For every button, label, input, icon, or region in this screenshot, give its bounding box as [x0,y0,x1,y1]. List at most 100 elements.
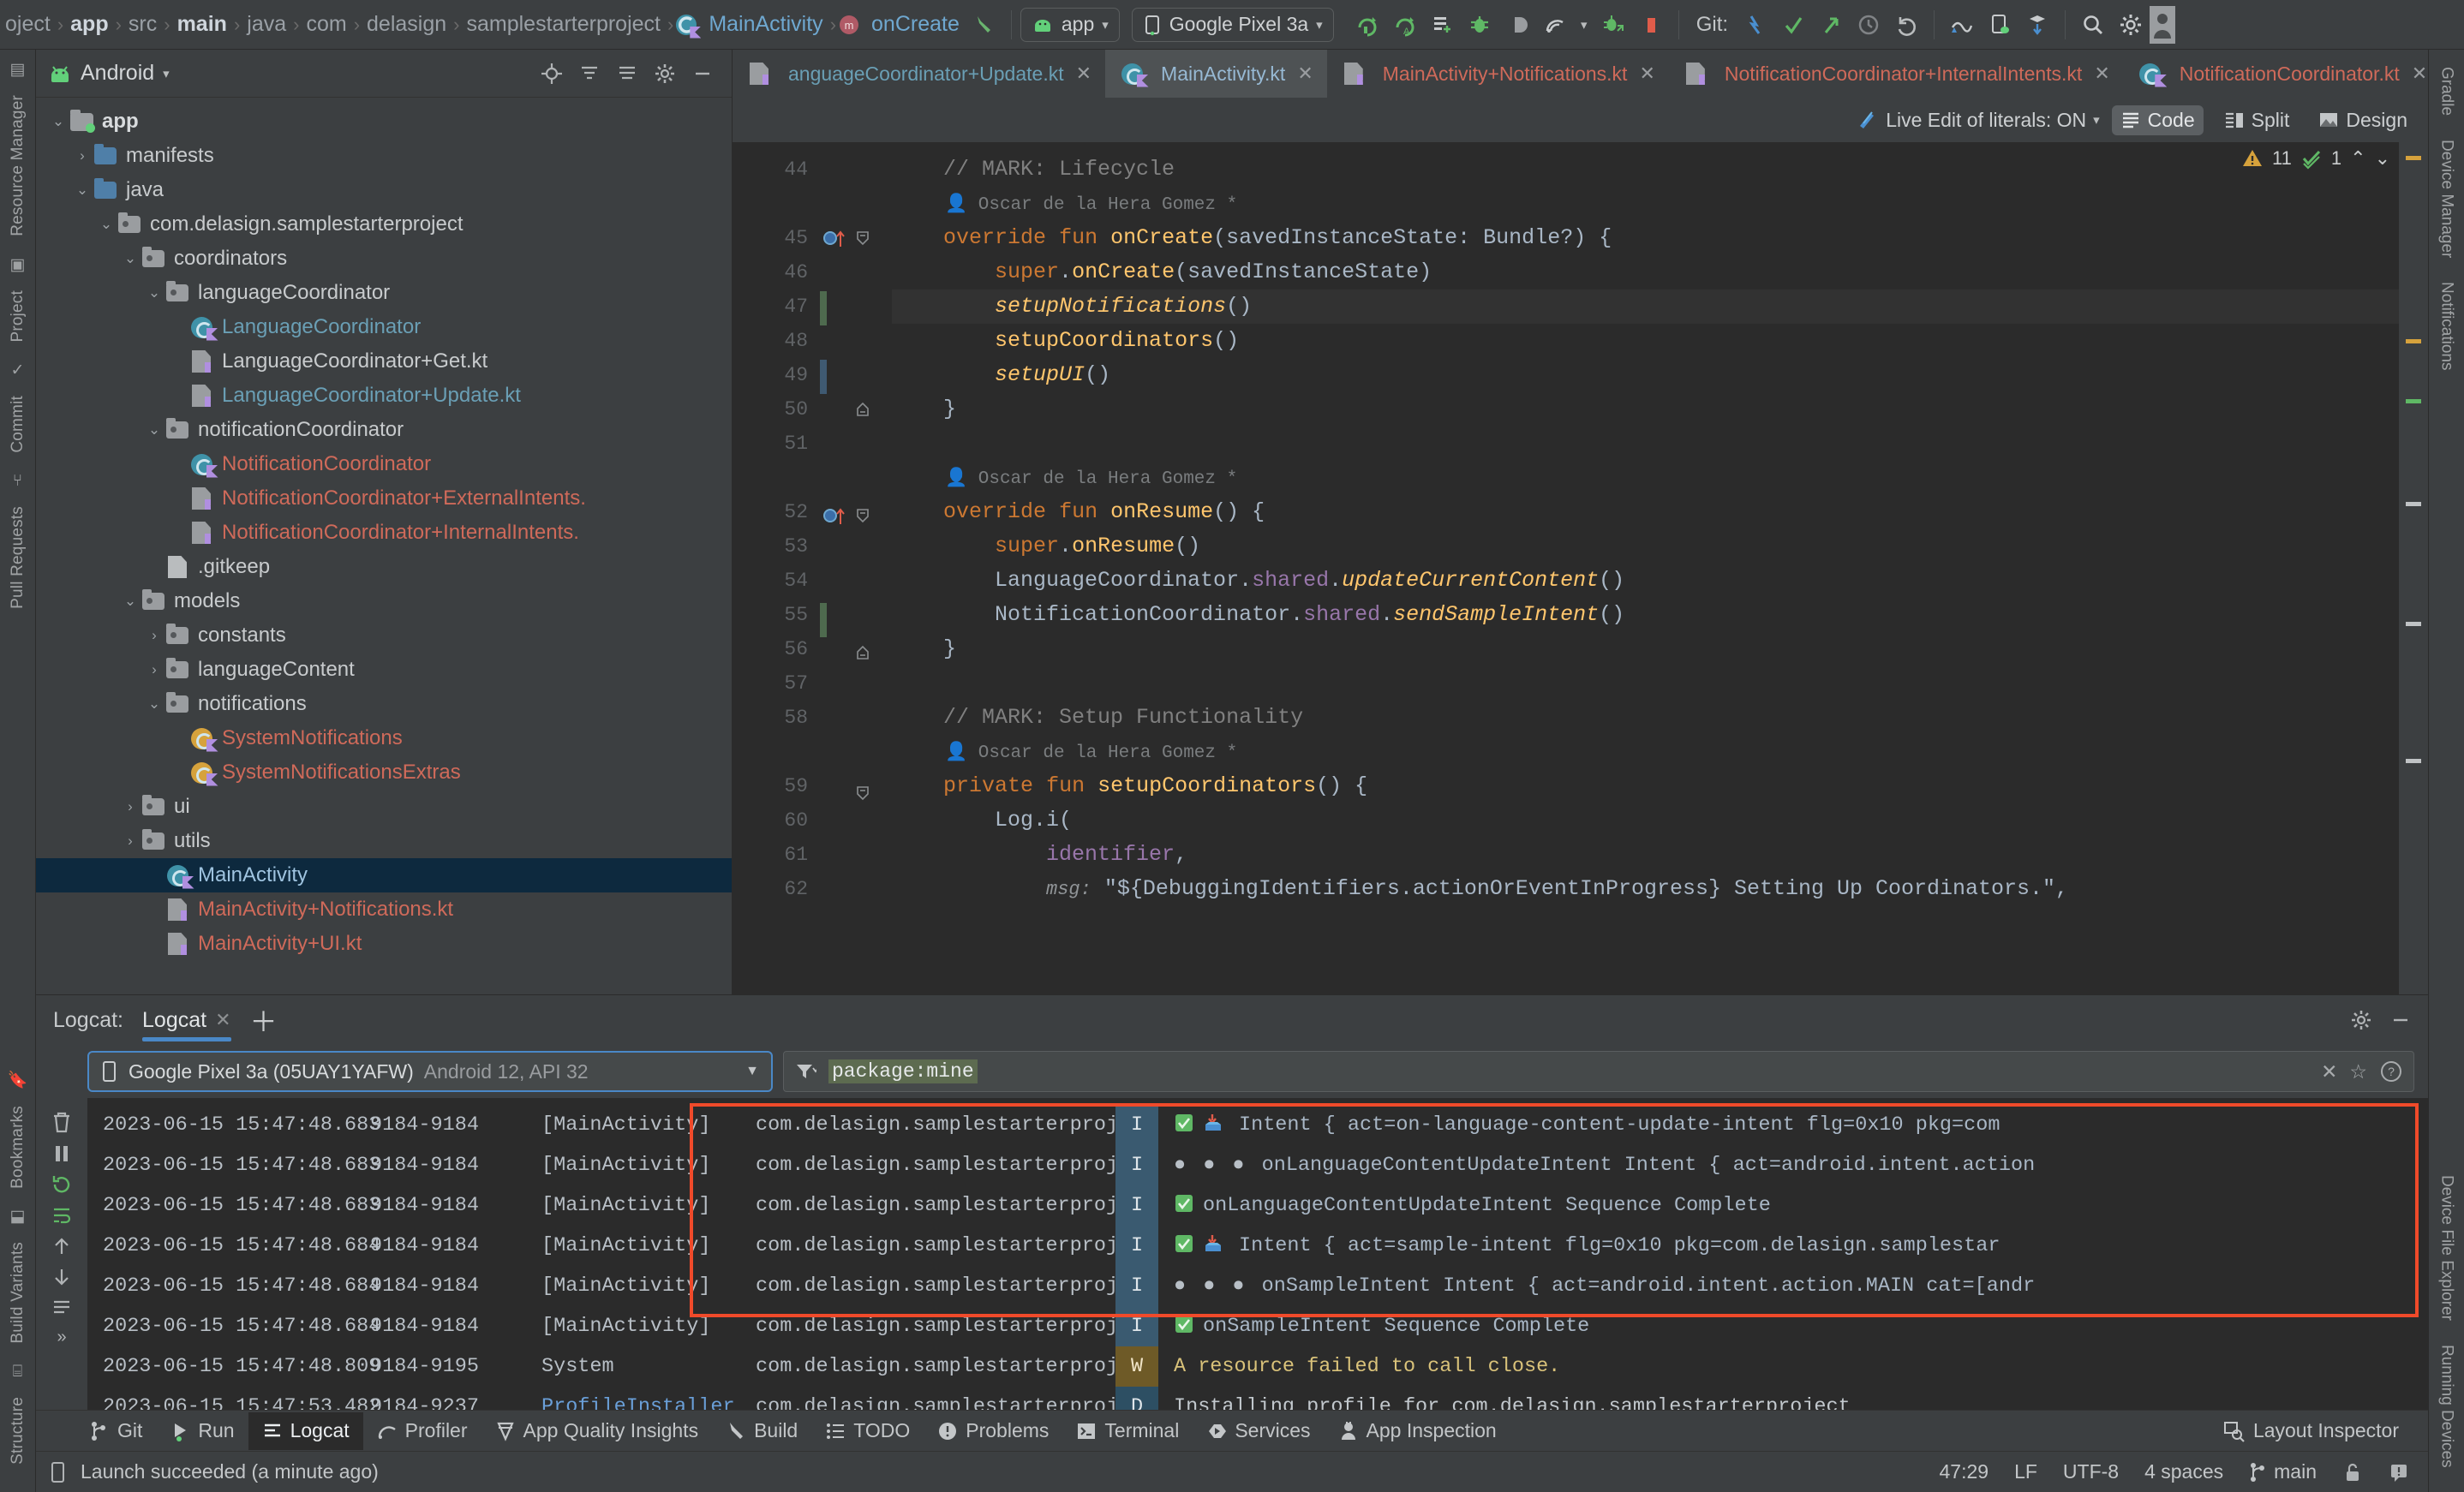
tree-item-mainactivity-ui-kt[interactable]: ›MainActivity+UI.kt [36,927,732,961]
tree-item-mainactivity-notifications-kt[interactable]: ›MainActivity+Notifications.kt [36,892,732,927]
tree-item-gitkeep[interactable]: ›.gitkeep [36,550,732,584]
breadcrumb-item-8[interactable]: MainActivity [703,12,828,37]
inspection-widget[interactable]: 11 1 ⌃ ⌄ [2241,147,2390,170]
tool-window-git[interactable]: Git [75,1412,156,1450]
line-marker[interactable] [818,778,892,812]
strip-item-pull-requests[interactable]: Pull Requests [9,506,27,609]
tool-window-build[interactable]: Build [712,1412,811,1450]
project-view-selector[interactable]: Android [81,61,154,86]
notifications-icon[interactable] [2389,1461,2409,1483]
run-icon[interactable] [1348,8,1385,42]
tool-window-problems[interactable]: Problems [924,1412,1062,1450]
line-marker[interactable] [818,360,892,394]
tree-item-manifests[interactable]: › manifests [36,139,732,173]
tree-item-languagecoordinator[interactable]: ⌄ languageCoordinator [36,276,732,310]
close-icon[interactable]: ✕ [1297,63,1313,85]
tree-item-languagecoordinator-get-kt[interactable]: ›LanguageCoordinator+Get.kt [36,344,732,379]
tree-item-app[interactable]: ⌄ app [36,104,732,139]
editor-tab-notificationcoordinator-kt[interactable]: NotificationCoordinator.kt ✕ [2124,50,2428,98]
tree-expander[interactable]: ⌄ [96,216,117,233]
git-rollback-icon[interactable] [1887,8,1925,42]
git-commit-icon[interactable] [1774,8,1812,42]
editor-markers-gutter[interactable] [818,142,892,994]
line-marker[interactable] [818,464,892,498]
close-icon[interactable]: ✕ [2094,63,2109,85]
settings-icon[interactable] [2344,1005,2378,1035]
scroll-to-bottom-icon[interactable] [51,1266,73,1288]
build-variants-icon[interactable]: ⬓ [10,1207,26,1226]
apply-changes-icon[interactable] [1423,8,1461,42]
commit-icon[interactable]: ✓ [11,361,25,380]
code-content[interactable]: // MARK: Lifecycle 👤 Oscar de la Hera Gom… [892,142,2399,994]
line-marker[interactable] [818,223,892,257]
tree-expander[interactable]: ⌄ [144,421,164,439]
line-marker[interactable] [818,846,892,880]
tool-window-run[interactable]: Run [156,1412,248,1450]
unlocked-icon[interactable] [2342,1461,2363,1483]
line-marker[interactable] [818,257,892,291]
close-icon[interactable]: ✕ [1076,63,1091,85]
code-editor[interactable]: 11 1 ⌃ ⌄ 44 45 46 47 48 49 50 51 52 53 54 55 56 57 58 5… [733,142,2428,994]
strip-item-commit[interactable]: Commit [9,396,27,453]
breadcrumb-item-9[interactable]: onCreate [866,12,965,37]
line-marker[interactable] [818,325,892,360]
settings-icon[interactable] [2112,8,2150,42]
tree-expander[interactable]: ⌄ [120,593,141,610]
line-marker[interactable] [818,880,892,915]
strip-item-notifications[interactable]: Notifications [2437,282,2456,371]
attach-debugger-icon[interactable] [1498,8,1536,42]
line-marker[interactable] [818,812,892,846]
restart-icon[interactable] [51,1173,73,1196]
bookmarks-icon[interactable]: 🔖 [8,1070,28,1090]
tree-expander[interactable]: ⌄ [48,113,69,130]
tree-expander[interactable]: ⌄ [72,182,93,199]
tool-window-bar[interactable]: Git Run Logcat Profiler App Quality Insights… [36,1410,2428,1451]
tree-expander[interactable]: › [72,147,93,164]
git-branch-widget[interactable]: main [2249,1460,2317,1483]
logcat-row[interactable]: 2023-06-15 15:47:48.683 9184-9184 [MainAct… [87,1145,2428,1185]
tree-expander[interactable]: › [120,798,141,815]
profile-dropdown-icon[interactable]: ▾ [1574,8,1594,42]
tree-item-notificationcoordinator-externalintents[interactable]: ›NotificationCoordinator+ExternalIntents… [36,481,732,516]
strip-item-structure[interactable]: Structure [9,1397,27,1465]
tree-item-languagecoordinator-update-kt[interactable]: ›LanguageCoordinator+Update.kt [36,379,732,413]
debug-icon[interactable] [1461,8,1498,42]
next-problem-icon[interactable]: ⌄ [2375,147,2390,170]
tree-item-constants[interactable]: › constants [36,618,732,653]
tree-expander[interactable]: ⌄ [144,284,164,301]
view-mode-code[interactable]: Code [2111,104,2204,135]
tool-window-profiler[interactable]: Profiler [363,1412,481,1450]
breadcrumb-item-5[interactable]: com [301,12,351,37]
tool-window-app-inspection[interactable]: App Inspection [1325,1412,1510,1450]
strip-item-device-file-explorer[interactable]: Device File Explorer [2437,1175,2456,1321]
tool-window-services[interactable]: Services [1193,1412,1324,1450]
project-icon[interactable]: ▣ [10,255,26,275]
line-marker[interactable] [818,569,892,603]
logcat-row[interactable]: 2023-06-15 15:47:48.809 9184-9195 System co… [87,1346,2428,1387]
tree-item-com-delasign-samplestarterproject[interactable]: ⌄ com.delasign.samplestarterproject [36,207,732,242]
close-icon[interactable]: ✕ [1639,63,1654,85]
tree-expander[interactable]: › [120,833,141,850]
account-icon[interactable] [2150,5,2176,44]
strip-item-build-variants[interactable]: Build Variants [9,1242,27,1344]
help-icon[interactable]: ? [2379,1059,2403,1083]
logcat-entries[interactable]: 2023-06-15 15:47:48.683 9184-9184 [MainAct… [87,1098,2428,1410]
chevron-down-icon[interactable]: ▾ [163,66,170,81]
tree-expander[interactable]: › [144,661,164,678]
line-marker[interactable] [818,742,892,776]
collapse-all-icon[interactable] [572,58,607,89]
hide-icon[interactable] [685,58,720,89]
tool-window-todo[interactable]: TODO [811,1412,924,1450]
git-history-icon[interactable] [1850,8,1887,42]
project-tree[interactable]: ⌄ app › manifests ⌄ java ⌄ com.delasign.samples… [36,98,732,994]
tree-item-languagecontent[interactable]: › languageContent [36,653,732,687]
sdk-manager-icon[interactable] [2018,8,2056,42]
tree-item-notificationcoordinator-internalintents[interactable]: ›NotificationCoordinator+InternalIntents… [36,516,732,550]
line-marker[interactable] [818,152,892,187]
tree-item-languagecoordinator[interactable]: ›LanguageCoordinator [36,310,732,344]
editor-tab-mainactivity-notifications-kt[interactable]: MainActivity+Notifications.kt ✕ [1327,50,1669,98]
logcat-device-selector[interactable]: Google Pixel 3a (05UAY1YAFW) Android 12,… [87,1051,773,1092]
line-marker[interactable] [818,673,892,707]
view-mode-split[interactable]: Split [2216,105,2299,135]
line-marker[interactable] [818,500,892,534]
